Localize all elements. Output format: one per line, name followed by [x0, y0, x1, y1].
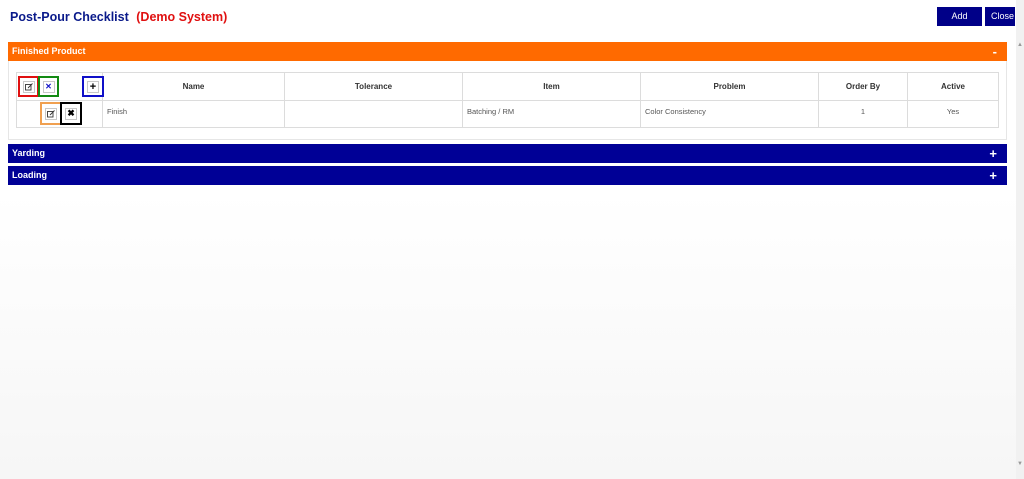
close-icon: ✕ — [42, 80, 55, 93]
column-header-name[interactable]: Name — [102, 72, 285, 101]
header-edit-button[interactable] — [18, 76, 39, 97]
edit-icon — [45, 107, 57, 120]
section-title: Loading — [12, 170, 47, 180]
page-header: Post-Pour Checklist (Demo System) — [10, 10, 227, 24]
column-header-tolerance[interactable]: Tolerance — [284, 72, 463, 101]
scroll-down-arrow-icon[interactable]: ▼ — [1017, 461, 1023, 467]
cell-active: Yes — [907, 100, 999, 128]
cell-order-by: 1 — [818, 100, 908, 128]
cell-problem: Color Consistency — [640, 100, 819, 128]
column-header-order-by[interactable]: Order By — [818, 72, 908, 101]
row-edit-button[interactable] — [40, 102, 62, 125]
section-title: Yarding — [12, 148, 46, 158]
demo-system-label: (Demo System) — [136, 10, 228, 24]
cell-tolerance — [284, 100, 463, 128]
section-header-loading[interactable]: Loading + — [8, 166, 1007, 185]
header-cancel-button[interactable]: ✕ — [38, 76, 59, 97]
edit-icon — [22, 80, 35, 93]
scroll-up-arrow-icon[interactable]: ▲ — [1017, 42, 1023, 48]
page-title: Post-Pour Checklist — [10, 10, 129, 24]
column-header-problem[interactable]: Problem — [640, 72, 819, 101]
page: Post-Pour Checklist (Demo System) Add Ne… — [0, 0, 1016, 479]
expand-toggle-icon[interactable]: + — [989, 166, 997, 185]
row-delete-button[interactable]: ✖ — [60, 102, 82, 125]
checklist-grid: Name Tolerance Item Problem Order By Act… — [16, 72, 999, 128]
column-header-active[interactable]: Active — [907, 72, 999, 101]
add-new-button[interactable]: Add New — [937, 7, 982, 40]
section-header-yarding[interactable]: Yarding + — [8, 144, 1007, 163]
vertical-scrollbar[interactable] — [1016, 0, 1024, 479]
collapse-toggle-icon[interactable]: - — [993, 42, 997, 61]
cell-item: Batching / RM — [462, 100, 641, 128]
close-button[interactable]: Close — [985, 7, 1015, 26]
section-title: Finished Product — [12, 46, 86, 56]
column-header-item[interactable]: Item — [462, 72, 641, 101]
table-row[interactable]: Finish Batching / RM Color Consistency 1… — [16, 100, 999, 128]
section-header-finished-product[interactable]: Finished Product - — [8, 42, 1007, 61]
plus-icon: + — [87, 80, 99, 93]
grid-header-row: Name Tolerance Item Problem Order By Act… — [16, 72, 999, 101]
expand-toggle-icon[interactable]: + — [989, 144, 997, 163]
cell-name: Finish — [102, 100, 285, 128]
delete-icon: ✖ — [65, 107, 77, 120]
add-row-button[interactable]: + — [82, 76, 104, 97]
